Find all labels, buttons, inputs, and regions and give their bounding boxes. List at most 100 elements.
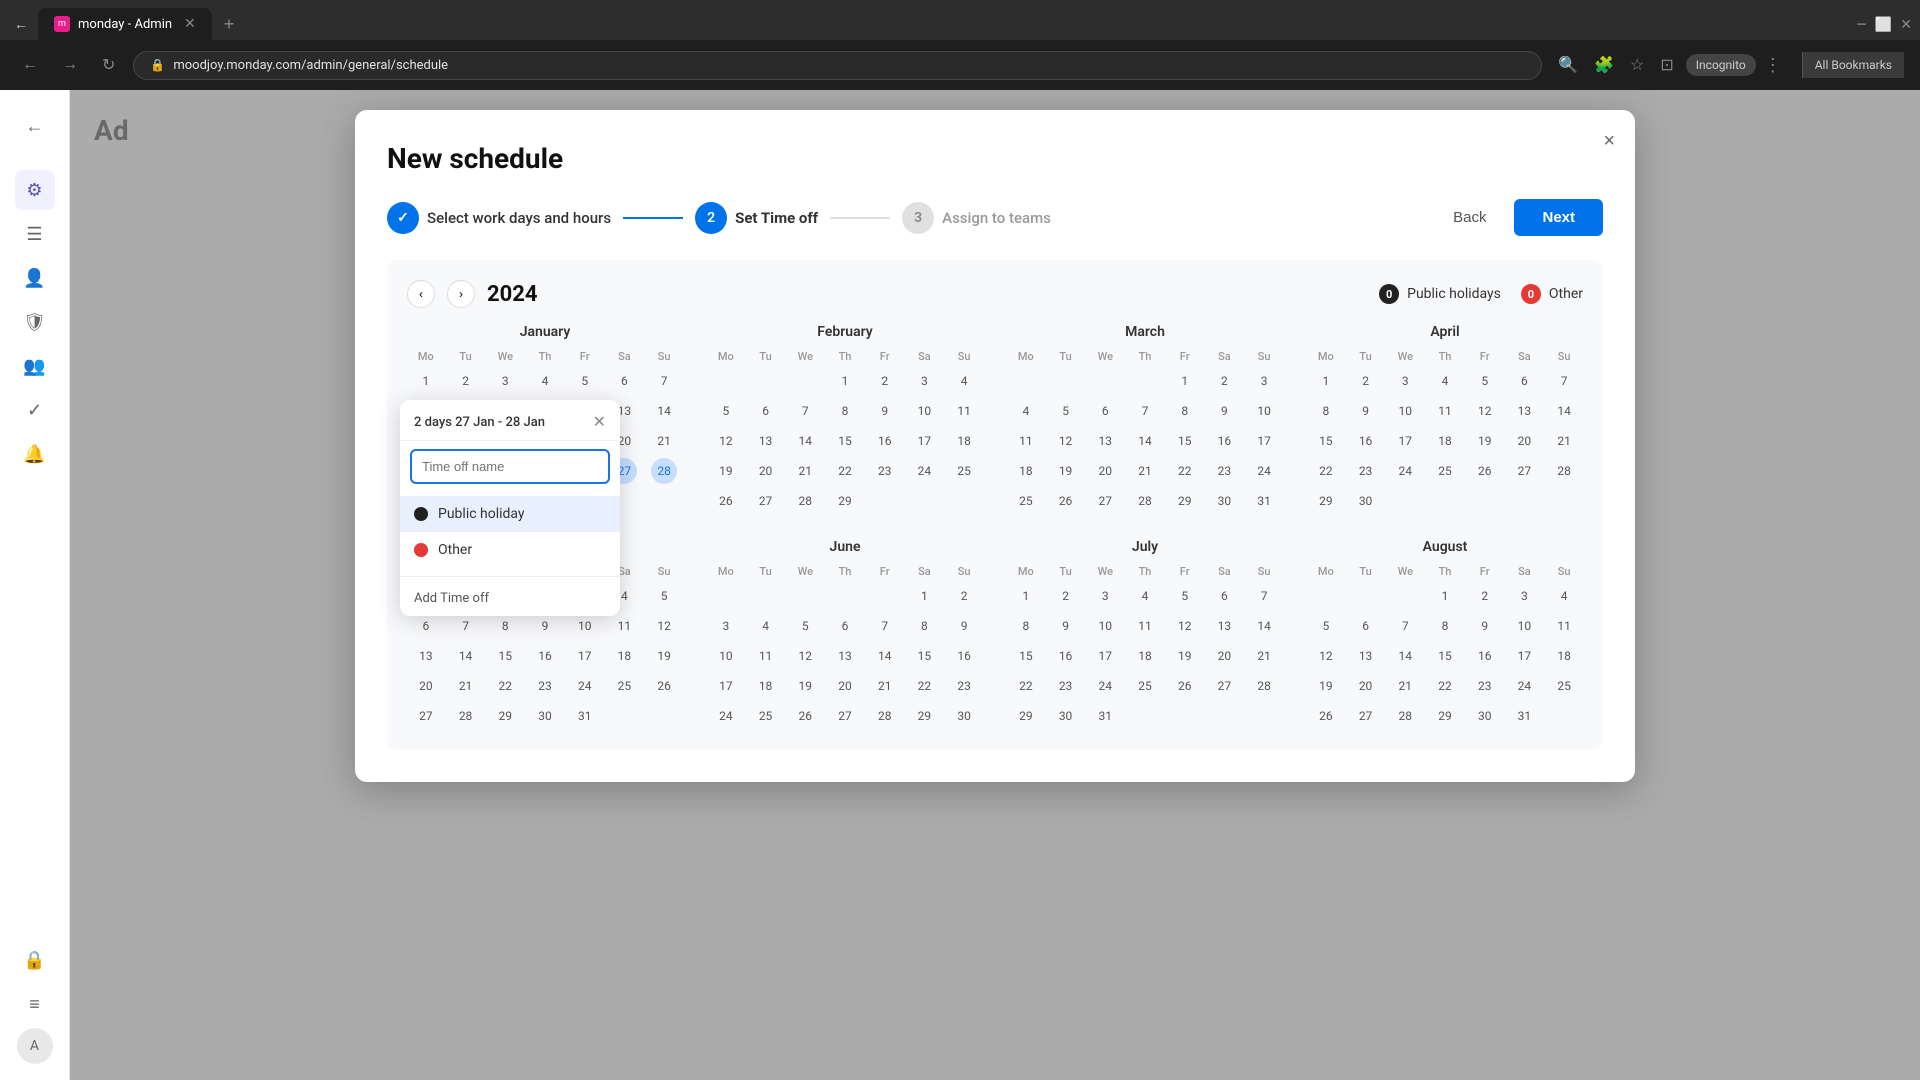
day-cell[interactable]: 18	[951, 428, 977, 454]
day-cell[interactable]: 21	[1251, 643, 1277, 669]
day-cell[interactable]: 14	[872, 643, 898, 669]
day-cell[interactable]: 17	[1392, 428, 1418, 454]
window-controls-left[interactable]: ←	[8, 12, 34, 37]
day-cell[interactable]: 31	[572, 703, 598, 729]
day-cell[interactable]: 24	[572, 673, 598, 699]
day-cell[interactable]: 26	[792, 703, 818, 729]
day-cell[interactable]: 31	[1511, 703, 1537, 729]
day-cell[interactable]: 8	[1313, 398, 1339, 424]
day-cell[interactable]: 6	[1353, 613, 1379, 639]
day-cell[interactable]: 10	[1251, 398, 1277, 424]
close-button[interactable]: ✕	[1900, 16, 1912, 33]
next-button[interactable]: Next	[1514, 199, 1603, 236]
day-cell[interactable]: 16	[1211, 428, 1237, 454]
day-cell[interactable]: 18	[1132, 643, 1158, 669]
day-cell[interactable]: 19	[1472, 428, 1498, 454]
day-cell[interactable]: 25	[611, 673, 637, 699]
sidebar-check-icon[interactable]: ✓	[15, 390, 55, 430]
day-cell[interactable]: 21	[872, 673, 898, 699]
day-cell[interactable]: 22	[1313, 458, 1339, 484]
day-cell[interactable]: 31	[1251, 488, 1277, 514]
day-cell[interactable]: 25	[1132, 673, 1158, 699]
day-cell[interactable]: 15	[492, 643, 518, 669]
extension-icon[interactable]: 🧩	[1590, 51, 1618, 79]
minimize-button[interactable]: −	[1856, 14, 1867, 35]
sidebar-team-icon[interactable]: 👥	[15, 346, 55, 386]
day-cell[interactable]: 2	[1211, 368, 1237, 394]
day-cell[interactable]: 26	[713, 488, 739, 514]
day-cell[interactable]: 2	[872, 368, 898, 394]
back-button[interactable]: Back	[1437, 201, 1502, 234]
day-cell[interactable]: 10	[572, 613, 598, 639]
day-cell[interactable]: 24	[713, 703, 739, 729]
day-cell[interactable]: 3	[1092, 583, 1118, 609]
day-cell[interactable]: 4	[1432, 368, 1458, 394]
day-cell[interactable]: 8	[1013, 613, 1039, 639]
day-cell[interactable]: 12	[713, 428, 739, 454]
profile-icon[interactable]: ⊡	[1656, 51, 1677, 79]
day-cell[interactable]: 3	[911, 368, 937, 394]
sidebar-lock-icon[interactable]: 🔒	[15, 940, 55, 980]
day-cell[interactable]: 12	[1313, 643, 1339, 669]
cal-prev-button[interactable]: ‹	[407, 280, 435, 308]
search-nav-icon[interactable]: 🔍	[1554, 51, 1582, 79]
day-cell[interactable]: 26	[1313, 703, 1339, 729]
popup-item-other[interactable]: Other	[400, 532, 620, 568]
forward-nav-button[interactable]: →	[56, 52, 84, 78]
new-tab-button[interactable]: +	[216, 12, 243, 37]
day-cell[interactable]: 10	[713, 643, 739, 669]
day-cell[interactable]: 13	[1511, 398, 1537, 424]
day-cell[interactable]: 25	[1432, 458, 1458, 484]
sidebar-back-icon[interactable]: ←	[15, 106, 55, 146]
day-cell[interactable]: 12	[1172, 613, 1198, 639]
day-cell[interactable]: 26	[1472, 458, 1498, 484]
day-cell[interactable]: 20	[753, 458, 779, 484]
day-cell[interactable]: 10	[1092, 613, 1118, 639]
day-cell[interactable]: 9	[1211, 398, 1237, 424]
day-cell[interactable]: 6	[832, 613, 858, 639]
day-cell[interactable]: 7	[651, 368, 677, 394]
day-cell[interactable]: 15	[1172, 428, 1198, 454]
sidebar-settings-icon[interactable]: ⚙	[15, 170, 55, 210]
day-cell[interactable]: 17	[713, 673, 739, 699]
day-cell[interactable]: 15	[911, 643, 937, 669]
day-cell[interactable]: 25	[951, 458, 977, 484]
day-cell[interactable]: 29	[1313, 488, 1339, 514]
tab-close-icon[interactable]: ✕	[184, 16, 196, 32]
day-cell[interactable]: 15	[1013, 643, 1039, 669]
day-cell[interactable]: 11	[1013, 428, 1039, 454]
day-cell[interactable]: 16	[951, 643, 977, 669]
sidebar-user-icon[interactable]: 👤	[15, 258, 55, 298]
day-cell[interactable]: 6	[1511, 368, 1537, 394]
day-cell[interactable]: 18	[1432, 428, 1458, 454]
day-cell[interactable]: 29	[911, 703, 937, 729]
day-cell[interactable]: 19	[713, 458, 739, 484]
day-cell[interactable]: 14	[453, 643, 479, 669]
sidebar-grid-icon[interactable]: ≡	[15, 984, 55, 1024]
day-cell[interactable]: 1	[832, 368, 858, 394]
day-cell[interactable]: 2	[1353, 368, 1379, 394]
day-cell[interactable]: 1	[911, 583, 937, 609]
day-cell[interactable]: 18	[1551, 643, 1577, 669]
day-cell[interactable]: 20	[413, 673, 439, 699]
maximize-button[interactable]: ⬜	[1875, 16, 1892, 33]
day-cell[interactable]: 23	[1053, 673, 1079, 699]
day-cell[interactable]: 15	[832, 428, 858, 454]
day-cell[interactable]: 6	[1092, 398, 1118, 424]
day-cell[interactable]: 6	[413, 613, 439, 639]
day-cell[interactable]: 19	[1053, 458, 1079, 484]
day-cell[interactable]: 17	[572, 643, 598, 669]
day-cell[interactable]: 12	[792, 643, 818, 669]
day-cell[interactable]: 30	[1211, 488, 1237, 514]
day-cell[interactable]: 23	[1353, 458, 1379, 484]
day-cell[interactable]: 21	[792, 458, 818, 484]
day-cell[interactable]: 29	[1432, 703, 1458, 729]
sidebar-shield-icon[interactable]: 🛡	[15, 302, 55, 342]
day-cell[interactable]: 7	[1132, 398, 1158, 424]
day-cell[interactable]: 5	[651, 583, 677, 609]
day-cell[interactable]: 9	[951, 613, 977, 639]
day-cell[interactable]: 25	[1551, 673, 1577, 699]
day-cell[interactable]: 28	[453, 703, 479, 729]
day-cell[interactable]: 27	[753, 488, 779, 514]
day-cell[interactable]: 1	[1172, 368, 1198, 394]
